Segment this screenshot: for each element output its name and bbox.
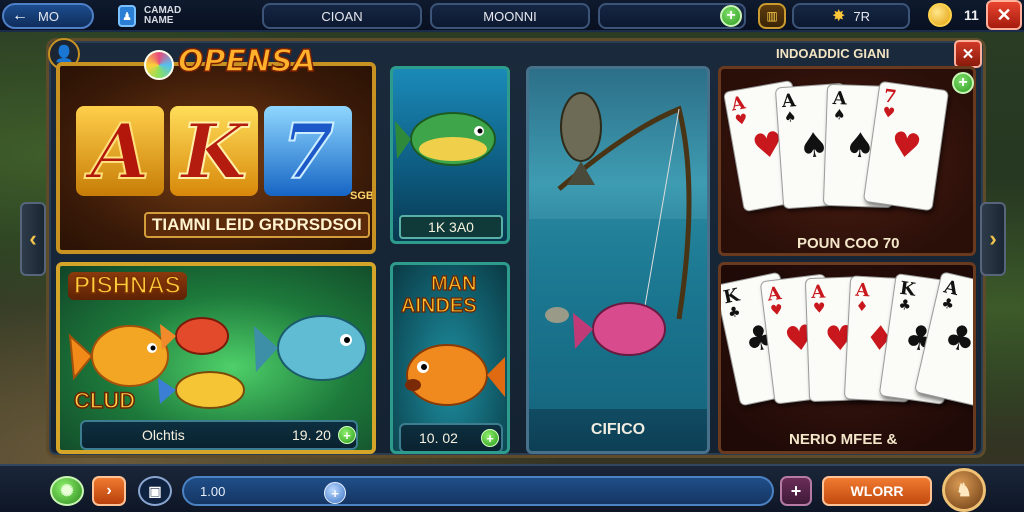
cards-add-button[interactable]: +: [952, 72, 974, 94]
card-panel-close-button[interactable]: ✕: [954, 40, 982, 68]
profile[interactable]: ♟ CAMAD NAME: [118, 2, 208, 30]
card-suit-icon: ♣: [897, 296, 913, 315]
back-button[interactable]: ← MO: [2, 3, 94, 29]
scroll-left-button[interactable]: ‹: [20, 202, 46, 276]
card-panel-title: INDOADDIC GIANI: [776, 46, 890, 61]
fishing-scene-icon: [529, 92, 707, 409]
bottom-bar: ✺ › ▣ 1.00 + + WLORR ♞: [0, 464, 1024, 512]
card-suit-icon: ♥: [733, 111, 749, 130]
top-bar: ← MO ♟ CAMAD NAME CIOAN MOONNI + ▥ ✸ 7R …: [0, 0, 1024, 32]
character-button[interactable]: ♞: [942, 468, 986, 512]
letter-7: 7: [264, 106, 352, 197]
menu-button[interactable]: ▣: [138, 476, 172, 506]
close-button[interactable]: ✕: [986, 0, 1022, 30]
game-tile-man-aindes[interactable]: MAN AINDES 10. 02 +: [390, 262, 510, 454]
green-fish-icon: [395, 112, 496, 166]
letter-a: A: [76, 106, 164, 197]
pishnas-plus-button[interactable]: +: [338, 426, 356, 444]
pishnas-info-strip: Olchtis 19. 20 +: [80, 420, 358, 450]
shop-button[interactable]: ▥: [758, 3, 786, 29]
game-tile-pishnas[interactable]: PISHNAS CLUD Olchtis 19. 20 +: [56, 262, 376, 454]
card-center-suit-icon: ♣: [940, 316, 976, 362]
card-center-suit-icon: ♥: [888, 124, 924, 168]
back-arrow-icon: ←: [12, 7, 28, 24]
cards-top-caption: POUN COO 70: [797, 235, 900, 252]
action-button-label: WLORR: [850, 483, 904, 499]
game-tile-ak7[interactable]: A K 7 SGB TIAMNI LEID GRDRSDSOI: [56, 62, 376, 254]
game-tile-cards-bottom[interactable]: K ♣ ♣ A ♥ ♥ A ♥ ♥ A ♦ ♦ K ♣ ♣ A ♣ ♣ NERIO MFEE &: [718, 262, 976, 454]
card-suit-icon: ♣: [939, 295, 956, 314]
back-button-label: MO: [38, 8, 59, 24]
amount-plus-button[interactable]: +: [324, 482, 346, 504]
card-suit-icon: ♥: [812, 300, 826, 317]
ak7-letters: A K 7: [76, 106, 352, 197]
menu-icon: ▣: [148, 482, 162, 499]
profile-icon: ♟: [118, 5, 136, 27]
level-display: ✸ 7R: [792, 3, 910, 29]
card-suit-icon: ♥: [881, 104, 897, 123]
game-tile-cards-top[interactable]: A ♥ ♥ A ♠ ♠ A ♠ ♠ 7 ♥ ♥ POUN COO 70: [718, 66, 976, 256]
action-button[interactable]: WLORR: [822, 476, 932, 506]
add-button[interactable]: +: [780, 476, 812, 506]
profile-line-2: NAME: [144, 15, 174, 26]
chevron-right-icon: ›: [989, 226, 997, 251]
cards-bottom-caption: NERIO MFEE &: [789, 431, 898, 448]
chevron-right-icon: ›: [106, 482, 112, 499]
tab-cioan[interactable]: CIOAN: [262, 3, 422, 29]
ak7-subtitle: TIAMNI LEID GRDRSDSOI: [144, 212, 370, 238]
fishing-label: CIFICO: [590, 421, 646, 438]
coin-count: 11: [964, 7, 979, 23]
card-suit-icon: ♥: [769, 301, 784, 320]
pishnas-club-label: CLUD: [73, 387, 136, 414]
add-balance-button[interactable]: +: [720, 5, 742, 27]
amount-bar[interactable]: 1.00 +: [182, 476, 774, 506]
card-suit-icon: ♠: [783, 109, 798, 127]
character-icon: ♞: [955, 479, 973, 500]
card-suit-icon: ♠: [832, 107, 846, 124]
profile-name: CAMAD NAME: [144, 6, 181, 26]
pishnas-info-label: Olchtis: [142, 427, 185, 443]
close-icon: ✕: [961, 46, 975, 63]
level-label: 7R: [853, 8, 871, 24]
gear-icon: ✺: [60, 483, 74, 500]
man-info-value: 10. 02: [419, 430, 458, 446]
orange-fish-icon: [405, 344, 505, 406]
plus-icon: +: [790, 480, 802, 501]
star-icon: ✸: [831, 8, 846, 25]
man-plus-button[interactable]: +: [481, 429, 499, 447]
play-button[interactable]: ›: [92, 476, 126, 506]
underwater-label: 1K 3A0: [399, 215, 503, 239]
amount-value: 1.00: [200, 484, 226, 499]
chest-icon: ▥: [766, 9, 778, 23]
tab-moonni-label: MOONNI: [483, 8, 537, 24]
coin-icon: [928, 3, 952, 27]
brand-emblem-icon: [144, 50, 174, 80]
scroll-right-button[interactable]: ›: [980, 202, 1006, 276]
settings-button[interactable]: ✺: [50, 476, 84, 506]
user-icon: 👤: [54, 46, 74, 63]
letter-k: K: [170, 106, 258, 197]
chevron-left-icon: ‹: [29, 226, 37, 251]
game-tile-underwater[interactable]: 1K 3A0: [390, 66, 510, 244]
game-tile-fishing[interactable]: CIFICO: [526, 66, 710, 454]
tab-cioan-label: CIOAN: [321, 8, 363, 24]
man-title-line-1: MAN: [430, 272, 477, 295]
man-info-strip: 10. 02 +: [399, 423, 503, 451]
card-suit-icon: ♣: [726, 303, 743, 322]
man-aindes-title: MAN AINDES: [400, 272, 477, 317]
brand-logo: OPENSA: [177, 43, 316, 80]
tab-moonni[interactable]: MOONNI: [430, 3, 590, 29]
ak7-tag: SGB: [350, 190, 374, 202]
man-title-line-2: AINDES: [400, 294, 477, 317]
pishnas-info-value: 19. 20: [292, 427, 331, 443]
close-icon: ✕: [996, 4, 1012, 25]
card-suit-icon: ♦: [855, 298, 869, 316]
